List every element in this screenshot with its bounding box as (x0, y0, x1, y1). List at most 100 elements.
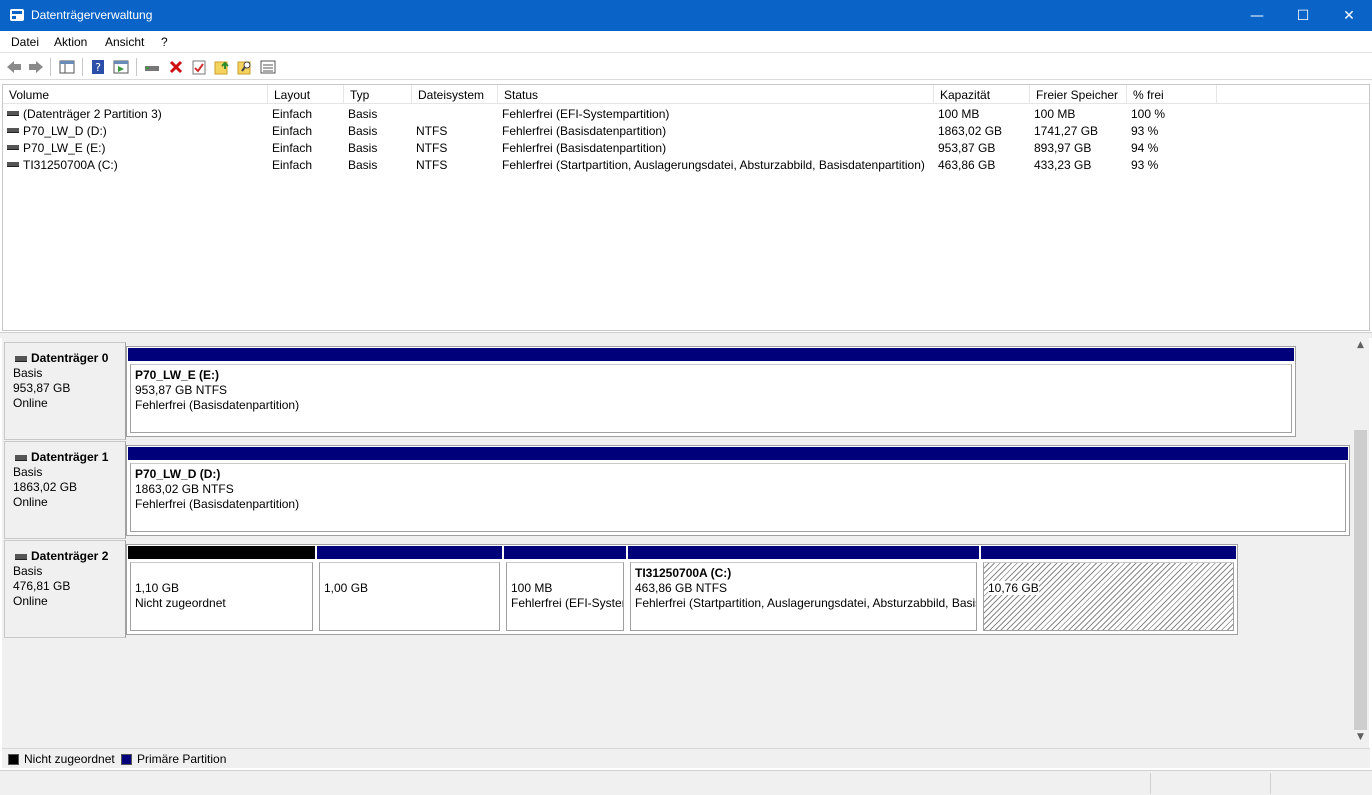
disk-type: Basis (13, 465, 43, 479)
drive-icon (7, 145, 19, 150)
col-freier-speicher[interactable]: Freier Speicher (1030, 85, 1127, 104)
legend-primary: Primäre Partition (137, 752, 227, 766)
console-tree-button[interactable] (57, 57, 77, 77)
primary-partition-bar (628, 546, 979, 559)
partition-selected[interactable]: 10,76 GB (980, 545, 1237, 634)
maximize-icon: ☐ (1296, 7, 1310, 24)
svg-text:?: ? (95, 61, 101, 74)
primary-partition-bar (317, 546, 502, 559)
status-bar (0, 770, 1372, 795)
col-dateisystem[interactable]: Dateisystem (412, 85, 498, 104)
delete-button[interactable] (166, 57, 186, 77)
col-layout[interactable]: Layout (268, 85, 344, 104)
title-bar: Datenträgerverwaltung — ☐ ✕ (0, 0, 1372, 31)
col-status[interactable]: Status (498, 85, 934, 104)
scroll-up-icon[interactable]: ▲ (1352, 340, 1369, 356)
primary-partition-bar (504, 546, 626, 559)
list-view-icon (260, 60, 276, 74)
menu-aktion[interactable]: Aktion (54, 35, 87, 49)
forward-button[interactable] (26, 57, 46, 77)
disk-name: Datenträger 1 (13, 450, 125, 465)
legend: Nicht zugeordnet Primäre Partition (2, 748, 1370, 768)
partition-strip: 1,10 GB Nicht zugeordnet 1,00 GB 100 MB … (126, 544, 1238, 635)
legend-unallocated: Nicht zugeordnet (24, 752, 115, 766)
disk-size: 953,87 GB (13, 381, 71, 395)
partition-e[interactable]: P70_LW_E (E:) 953,87 GB NTFS Fehlerfrei … (127, 347, 1295, 436)
table-row[interactable]: P70_LW_E (E:) Einfach Basis NTFS Fehlerf… (3, 139, 1369, 156)
volume-list: Volume Layout Typ Dateisystem Status Kap… (2, 84, 1370, 331)
disk-size: 1863,02 GB (13, 480, 78, 494)
disk-label[interactable]: Datenträger 1 Basis 1863,02 GB Online (4, 441, 126, 539)
check-button[interactable] (189, 57, 209, 77)
scroll-thumb[interactable] (1354, 430, 1367, 730)
menu-datei[interactable]: Datei (11, 35, 39, 49)
maximize-button[interactable]: ☐ (1280, 0, 1326, 31)
scroll-down-icon[interactable]: ▼ (1352, 732, 1369, 748)
unallocated-swatch (8, 754, 19, 765)
disk-state: Online (13, 594, 48, 608)
primary-partition-bar (128, 447, 1348, 460)
menu-help[interactable]: ? (161, 35, 168, 49)
partition-box: 100 MB Fehlerfrei (EFI-System (506, 562, 624, 631)
window-title: Datenträgerverwaltung (31, 8, 153, 22)
search-folder-button[interactable] (235, 57, 255, 77)
col-kapazitaet[interactable]: Kapazität (934, 85, 1030, 104)
partition-strip: P70_LW_D (D:) 1863,02 GB NTFS Fehlerfrei… (126, 445, 1350, 536)
disk-label[interactable]: Datenträger 2 Basis 476,81 GB Online (4, 540, 126, 638)
back-arrow-icon (7, 61, 21, 73)
minimize-button[interactable]: — (1234, 0, 1280, 31)
primary-partition-bar (128, 348, 1294, 361)
partition-box: 1,00 GB (319, 562, 500, 631)
primary-partition-bar (981, 546, 1236, 559)
close-icon: ✕ (1343, 7, 1355, 24)
drive-icon (7, 128, 19, 133)
disk-state: Online (13, 396, 48, 410)
list-view-button[interactable] (258, 57, 278, 77)
drive-icon (7, 111, 19, 116)
upload-folder-button[interactable] (212, 57, 232, 77)
vertical-scrollbar[interactable]: ▲ ▼ (1352, 338, 1369, 748)
partition-unallocated[interactable]: 1,10 GB Nicht zugeordnet (127, 545, 316, 634)
menu-ansicht[interactable]: Ansicht (105, 35, 144, 49)
delete-icon (169, 60, 183, 74)
col-volume[interactable]: Volume (3, 85, 268, 104)
partition-box: 1,10 GB Nicht zugeordnet (130, 562, 313, 631)
disk-type: Basis (13, 564, 43, 578)
partition-box: P70_LW_D (D:) 1863,02 GB NTFS Fehlerfrei… (130, 463, 1346, 532)
back-button[interactable] (4, 57, 24, 77)
help-button[interactable]: ? (88, 57, 108, 77)
table-row[interactable]: P70_LW_D (D:) Einfach Basis NTFS Fehlerf… (3, 122, 1369, 139)
disk-size: 476,81 GB (13, 579, 71, 593)
col-typ[interactable]: Typ (344, 85, 412, 104)
upload-folder-icon (214, 61, 229, 75)
partition-strip: P70_LW_E (E:) 953,87 GB NTFS Fehlerfrei … (126, 346, 1296, 437)
drive-icon (7, 162, 19, 167)
partition-d[interactable]: P70_LW_D (D:) 1863,02 GB NTFS Fehlerfrei… (127, 446, 1349, 535)
partition-efi[interactable]: 100 MB Fehlerfrei (EFI-System (503, 545, 627, 634)
volume-list-header: Volume Layout Typ Dateisystem Status Kap… (3, 85, 1369, 104)
disk-name: Datenträger 2 (13, 549, 125, 564)
status-divider (1270, 773, 1271, 794)
toolbar: ? (0, 54, 1372, 80)
properties-pane-button[interactable] (111, 57, 131, 77)
forward-arrow-icon (29, 61, 43, 73)
table-row[interactable]: TI31250700A (C:) Einfach Basis NTFS Fehl… (3, 156, 1369, 173)
partition-box: 10,76 GB (983, 562, 1234, 631)
disk-row-1: Datenträger 1 Basis 1863,02 GB Online P7… (2, 441, 1352, 539)
search-folder-icon (237, 61, 251, 75)
disk-view: Datenträger 0 Basis 953,87 GB Online P70… (2, 338, 1352, 748)
table-row[interactable]: (Datenträger 2 Partition 3) Einfach Basi… (3, 105, 1369, 122)
connect-drive-button[interactable] (142, 57, 162, 77)
disk-management-icon (10, 9, 24, 21)
partition-box: TI31250700A (C:) 463,86 GB NTFS Fehlerfr… (630, 562, 977, 631)
disk-label[interactable]: Datenträger 0 Basis 953,87 GB Online (4, 342, 126, 440)
partition-recovery[interactable]: 1,00 GB (316, 545, 503, 634)
disk-state: Online (13, 495, 48, 509)
minimize-icon: — (1250, 7, 1264, 24)
menu-bar: Datei Aktion Ansicht ? (0, 31, 1372, 53)
close-button[interactable]: ✕ (1326, 0, 1372, 31)
disk-row-0: Datenträger 0 Basis 953,87 GB Online P70… (2, 342, 1352, 440)
col-prozent-frei[interactable]: % frei (1127, 85, 1217, 104)
partition-c[interactable]: TI31250700A (C:) 463,86 GB NTFS Fehlerfr… (627, 545, 980, 634)
primary-swatch (121, 754, 132, 765)
